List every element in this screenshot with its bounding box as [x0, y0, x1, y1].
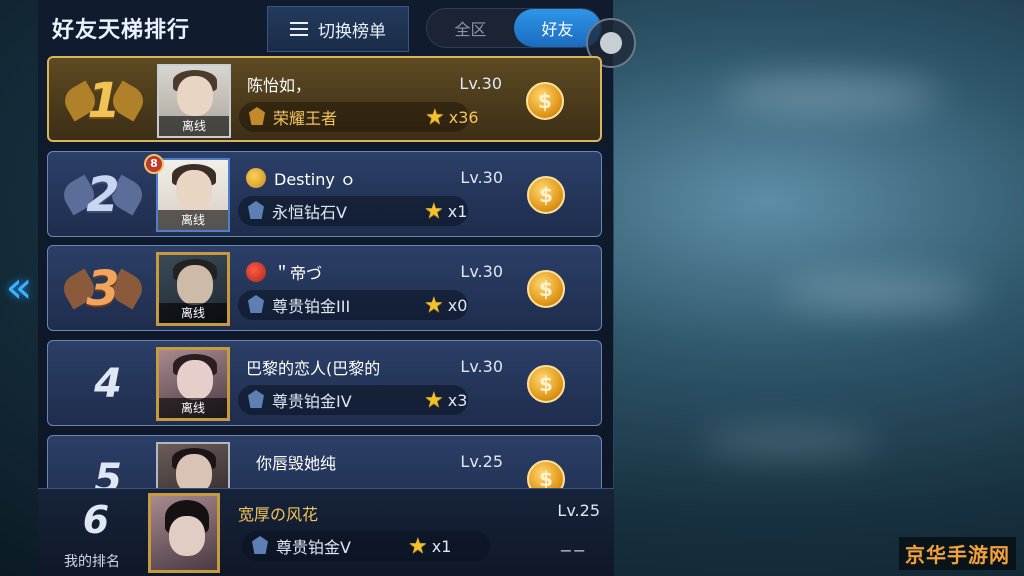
star-count: x1	[447, 201, 468, 221]
tier-emblem-icon	[246, 389, 266, 411]
player-level: Lv.25	[460, 452, 503, 471]
player-level: Lv.30	[460, 357, 503, 376]
ranking-row[interactable]: 3 离线 ＂帝づ Lv.30 尊贵铂金III ★ x0 $	[47, 245, 602, 331]
rank-1-medal-icon: 1	[59, 64, 149, 138]
my-player-name: 宽厚の风花	[238, 505, 319, 524]
tier-name: 永恒钻石V	[272, 203, 347, 222]
tier-pill: 永恒钻石V ★ x1	[238, 196, 468, 226]
player-name: 陈怡如，	[247, 76, 312, 95]
bg-light-streak	[700, 430, 880, 454]
star-icon: ★	[408, 533, 428, 559]
star-icon: ★	[424, 387, 444, 413]
tier-pill: 荣耀王者 ★ x36	[239, 102, 479, 132]
my-star-count: x1	[431, 536, 452, 556]
my-extra-value: −−	[559, 541, 586, 560]
page-title: 好友天梯排行	[52, 18, 191, 43]
site-watermark: 京华手游网	[899, 537, 1016, 570]
star-icon: ★	[424, 292, 444, 318]
bg-light-streak	[720, 80, 940, 110]
ranking-row[interactable]: 1 离线 陈怡如， Lv.30 荣耀王者 ★ x36 $	[47, 56, 602, 142]
bird-icon	[246, 262, 266, 282]
offline-badge: 离线	[159, 303, 227, 323]
rank-2-medal-icon: 2	[58, 158, 148, 232]
my-rank-bar: 6 我的排名 宽厚の风花 Lv.25 尊贵铂金V ★ x1 −−	[38, 488, 614, 576]
bg-light-streak	[780, 280, 980, 306]
avatar[interactable]: 离线	[156, 158, 230, 232]
tier-name: 尊贵铂金III	[272, 297, 351, 316]
tier-emblem-icon	[247, 106, 267, 128]
offline-badge: 离线	[159, 398, 227, 418]
gift-coin-button[interactable]: $	[526, 82, 564, 120]
star-count: x36	[448, 107, 479, 127]
rank-3-medal-icon: 3	[58, 252, 148, 326]
player-name: ＂帝づ	[246, 260, 322, 284]
player-level: Lv.30	[460, 262, 503, 281]
switch-list-label: 切换榜单	[318, 21, 386, 42]
rank-number: 4	[94, 361, 122, 407]
my-tier-name: 尊贵铂金V	[276, 538, 351, 557]
offline-badge: 离线	[159, 116, 229, 136]
player-level: Lv.30	[460, 168, 503, 187]
tier-emblem-icon	[246, 200, 266, 222]
back-arrow-icon[interactable]: «	[4, 258, 34, 318]
tier-name: 荣耀王者	[273, 109, 338, 128]
player-name: 你唇毁她纯	[256, 454, 337, 473]
tier-emblem-icon	[250, 535, 270, 557]
player-name: Destiny ｏ	[246, 166, 356, 190]
star-count: x3	[447, 390, 468, 410]
my-player-level: Lv.25	[557, 501, 600, 520]
my-tier-pill: 尊贵铂金V ★ x1	[242, 531, 490, 561]
my-rank-number: 6	[82, 498, 110, 542]
notification-badge: 8	[144, 154, 164, 174]
tab-all-server[interactable]: 全区	[427, 9, 514, 47]
tier-pill: 尊贵铂金IV ★ x3	[238, 385, 468, 415]
gift-coin-button[interactable]: $	[527, 365, 565, 403]
avatar[interactable]: 离线	[156, 347, 230, 421]
gift-coin-button[interactable]: $	[527, 176, 565, 214]
player-level: Lv.30	[459, 74, 502, 93]
offline-badge: 离线	[158, 210, 228, 230]
my-rank-label: 我的排名	[64, 554, 120, 570]
star-icon: ★	[424, 198, 444, 224]
avatar[interactable]: 离线	[157, 64, 231, 138]
player-name: 巴黎的恋人(巴黎的	[246, 359, 381, 378]
star-count: x0	[447, 295, 468, 315]
gift-coin-button[interactable]: $	[527, 270, 565, 308]
my-avatar[interactable]	[148, 493, 220, 573]
switch-list-button[interactable]: 切换榜单	[267, 6, 409, 52]
tier-emblem-icon	[246, 294, 266, 316]
tier-pill: 尊贵铂金III ★ x0	[238, 290, 468, 320]
list-icon	[290, 22, 308, 36]
penguin-icon	[246, 168, 266, 188]
avatar[interactable]: 离线	[156, 252, 230, 326]
ranking-row[interactable]: 4 离线 巴黎的恋人(巴黎的 Lv.30 尊贵铂金IV ★ x3 $	[47, 340, 602, 426]
scope-toggle: 全区 好友	[426, 8, 602, 48]
star-icon: ★	[425, 104, 445, 130]
tier-name: 尊贵铂金IV	[272, 392, 352, 411]
ranking-row[interactable]: 2 离线 8 Destiny ｏ Lv.30 永恒钻石V ★ x1 $	[47, 151, 602, 237]
